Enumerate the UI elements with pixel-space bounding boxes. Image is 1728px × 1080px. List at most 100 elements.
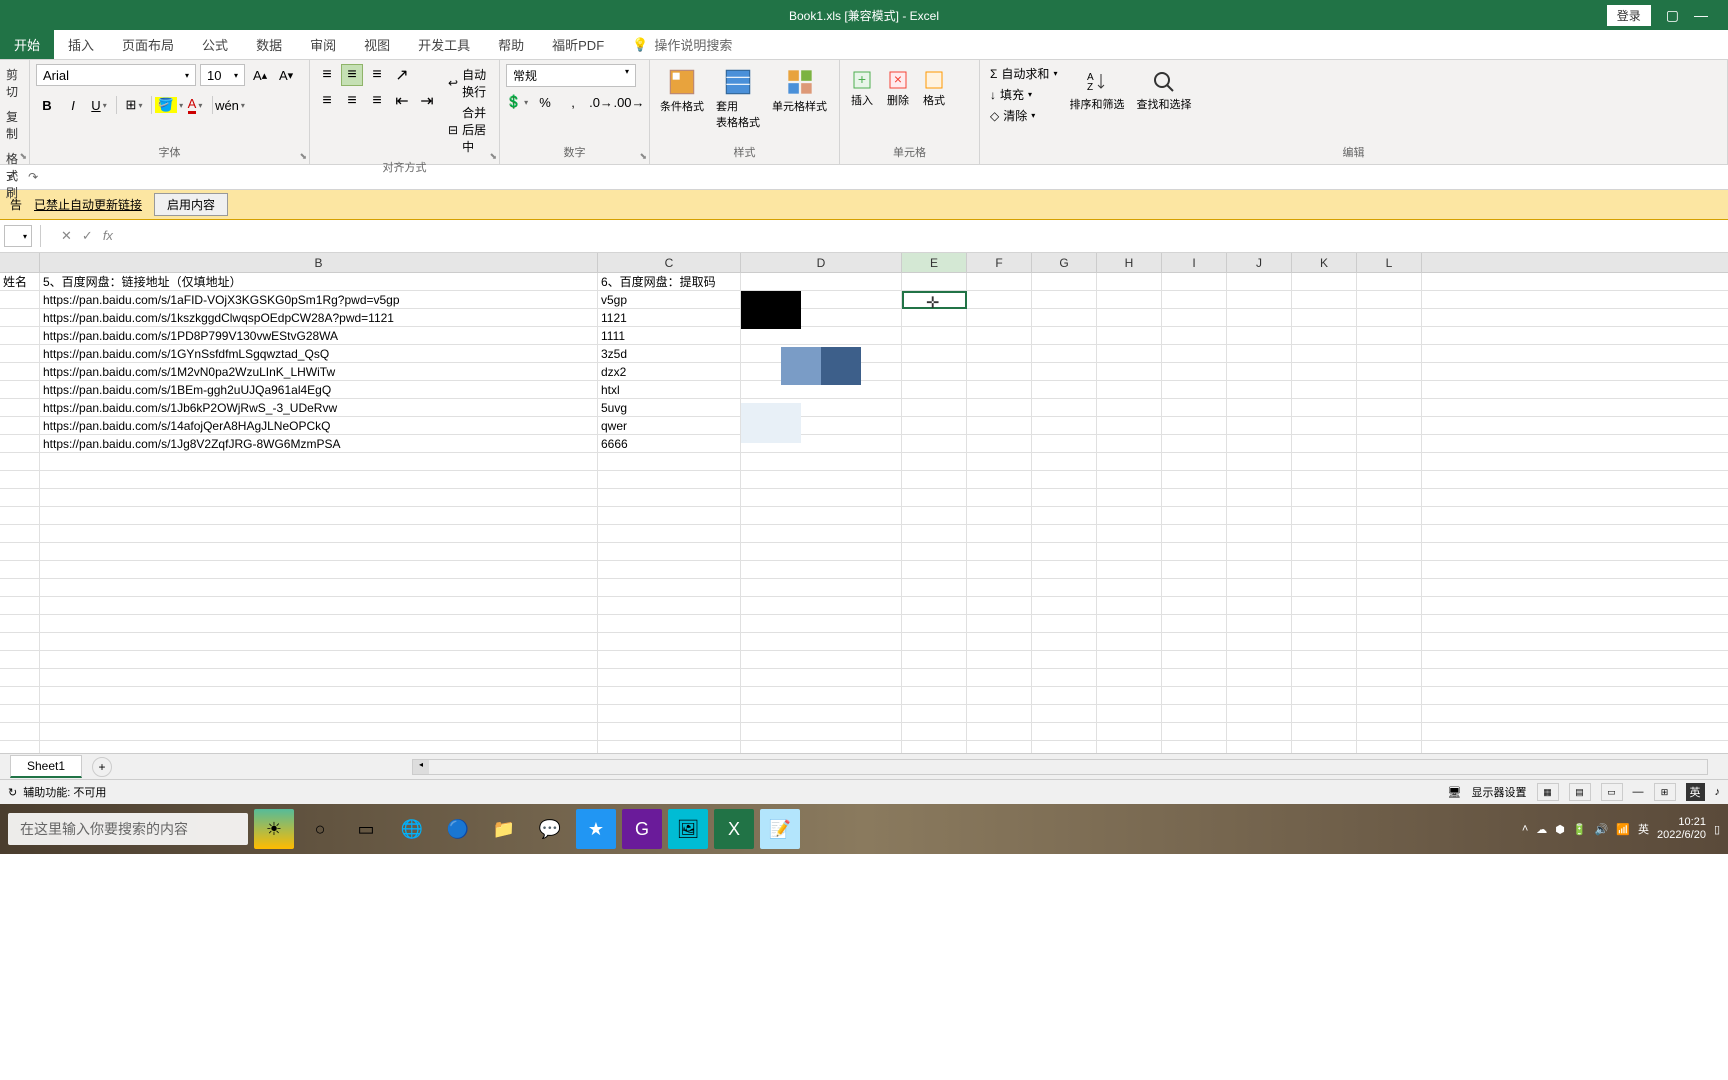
cell[interactable] (40, 633, 598, 650)
fill-btn[interactable]: ↓填充▾ (986, 85, 1061, 104)
col-header-F[interactable]: F (967, 253, 1032, 272)
tray-ime[interactable]: 英 (1638, 821, 1649, 837)
cell[interactable] (598, 489, 741, 506)
cell[interactable] (1097, 435, 1162, 452)
cell[interactable] (1162, 435, 1227, 452)
decrease-font-icon[interactable]: A▾ (275, 64, 297, 86)
cell[interactable] (1227, 615, 1292, 632)
cell[interactable] (1162, 579, 1227, 596)
border-btn[interactable]: ⊞ (123, 94, 145, 116)
col-header-A-partial[interactable] (0, 253, 40, 272)
enable-content-button[interactable]: 启用内容 (154, 193, 228, 216)
cell[interactable] (1292, 525, 1357, 542)
cell[interactable] (902, 273, 967, 290)
cell[interactable] (967, 417, 1032, 434)
cell[interactable] (1032, 327, 1097, 344)
cell-code[interactable]: 6666 (598, 435, 741, 452)
cell[interactable] (0, 399, 40, 416)
zoom-grid-icon[interactable]: ⊞ (1654, 783, 1676, 801)
cell[interactable] (967, 291, 1032, 308)
cell[interactable] (1032, 399, 1097, 416)
cell[interactable] (1032, 273, 1097, 290)
conditional-format-btn[interactable]: 条件格式 (656, 64, 708, 118)
cell[interactable] (967, 471, 1032, 488)
italic-btn[interactable]: I (62, 94, 84, 116)
cell[interactable] (967, 633, 1032, 650)
cell[interactable] (1162, 381, 1227, 398)
cell[interactable] (1097, 669, 1162, 686)
cell[interactable] (1357, 579, 1422, 596)
cell-styles-btn[interactable]: 单元格样式 (768, 64, 831, 118)
fx-icon[interactable]: fx (103, 228, 113, 244)
cell[interactable] (1097, 273, 1162, 290)
cell[interactable] (598, 471, 741, 488)
cell[interactable] (0, 579, 40, 596)
format-cells-btn[interactable]: 格式 (918, 64, 950, 112)
font-name-select[interactable]: Arial▾ (36, 64, 196, 86)
cell[interactable] (598, 615, 741, 632)
cell[interactable] (741, 597, 902, 614)
cell[interactable] (902, 453, 967, 470)
cell[interactable] (1292, 723, 1357, 740)
cell[interactable] (1032, 741, 1097, 753)
cell[interactable] (1292, 471, 1357, 488)
name-box[interactable]: ▾ (4, 225, 32, 247)
cell[interactable] (1227, 633, 1292, 650)
cell[interactable] (1097, 291, 1162, 308)
wechat-icon[interactable]: 💬 (530, 809, 570, 849)
cell[interactable] (1357, 741, 1422, 753)
cell[interactable] (40, 687, 598, 704)
cell[interactable] (1227, 525, 1292, 542)
cell[interactable] (967, 669, 1032, 686)
cell[interactable] (902, 435, 967, 452)
decrease-indent-icon[interactable]: ⇤ (391, 90, 413, 112)
cell[interactable] (1097, 705, 1162, 722)
cell[interactable] (1097, 561, 1162, 578)
cell[interactable] (1162, 525, 1227, 542)
login-button[interactable]: 登录 (1607, 5, 1651, 26)
cell[interactable] (1357, 453, 1422, 470)
cell[interactable] (0, 687, 40, 704)
bold-btn[interactable]: B (36, 94, 58, 116)
cell[interactable] (0, 597, 40, 614)
tab-tell-me[interactable]: 💡 操作说明搜索 (618, 30, 746, 59)
tab-view[interactable]: 视图 (350, 30, 404, 59)
cell[interactable] (902, 381, 967, 398)
insert-cells-btn[interactable]: +插入 (846, 64, 878, 112)
tab-foxit[interactable]: 福昕PDF (538, 30, 618, 59)
cell[interactable] (1162, 507, 1227, 524)
minimize-icon[interactable]: — (1694, 7, 1708, 23)
cell[interactable] (0, 633, 40, 650)
cell[interactable] (1097, 453, 1162, 470)
cell[interactable] (1097, 543, 1162, 560)
cell[interactable] (902, 543, 967, 560)
cell[interactable] (1162, 633, 1227, 650)
align-bottom-icon[interactable]: ≡ (366, 64, 388, 86)
tray-bluetooth-icon[interactable]: ⬢ (1555, 823, 1565, 836)
tab-formulas[interactable]: 公式 (188, 30, 242, 59)
clear-btn[interactable]: ◇清除▾ (986, 106, 1061, 125)
cell[interactable] (598, 705, 741, 722)
cell[interactable] (741, 471, 902, 488)
cell[interactable] (1292, 435, 1357, 452)
cell-header-name[interactable]: 姓名 (0, 273, 40, 290)
cell[interactable] (967, 651, 1032, 668)
chrome-icon[interactable]: 🔵 (438, 809, 478, 849)
cell[interactable] (40, 579, 598, 596)
cell[interactable] (1097, 687, 1162, 704)
cell-code[interactable]: 1121 (598, 309, 741, 326)
cell[interactable] (1032, 435, 1097, 452)
cell[interactable] (1032, 651, 1097, 668)
cell-code[interactable]: 5uvg (598, 399, 741, 416)
task-view-icon[interactable]: ▭ (346, 809, 386, 849)
weather-icon[interactable]: ☀ (254, 809, 294, 849)
autosum-btn[interactable]: Σ自动求和▾ (986, 64, 1061, 83)
cell[interactable] (40, 561, 598, 578)
cell[interactable] (0, 723, 40, 740)
page-break-view-icon[interactable]: ▭ (1601, 783, 1623, 801)
cell[interactable] (598, 651, 741, 668)
cell[interactable] (902, 741, 967, 753)
edge-icon[interactable]: 🌐 (392, 809, 432, 849)
cell[interactable] (741, 687, 902, 704)
cell[interactable] (0, 651, 40, 668)
